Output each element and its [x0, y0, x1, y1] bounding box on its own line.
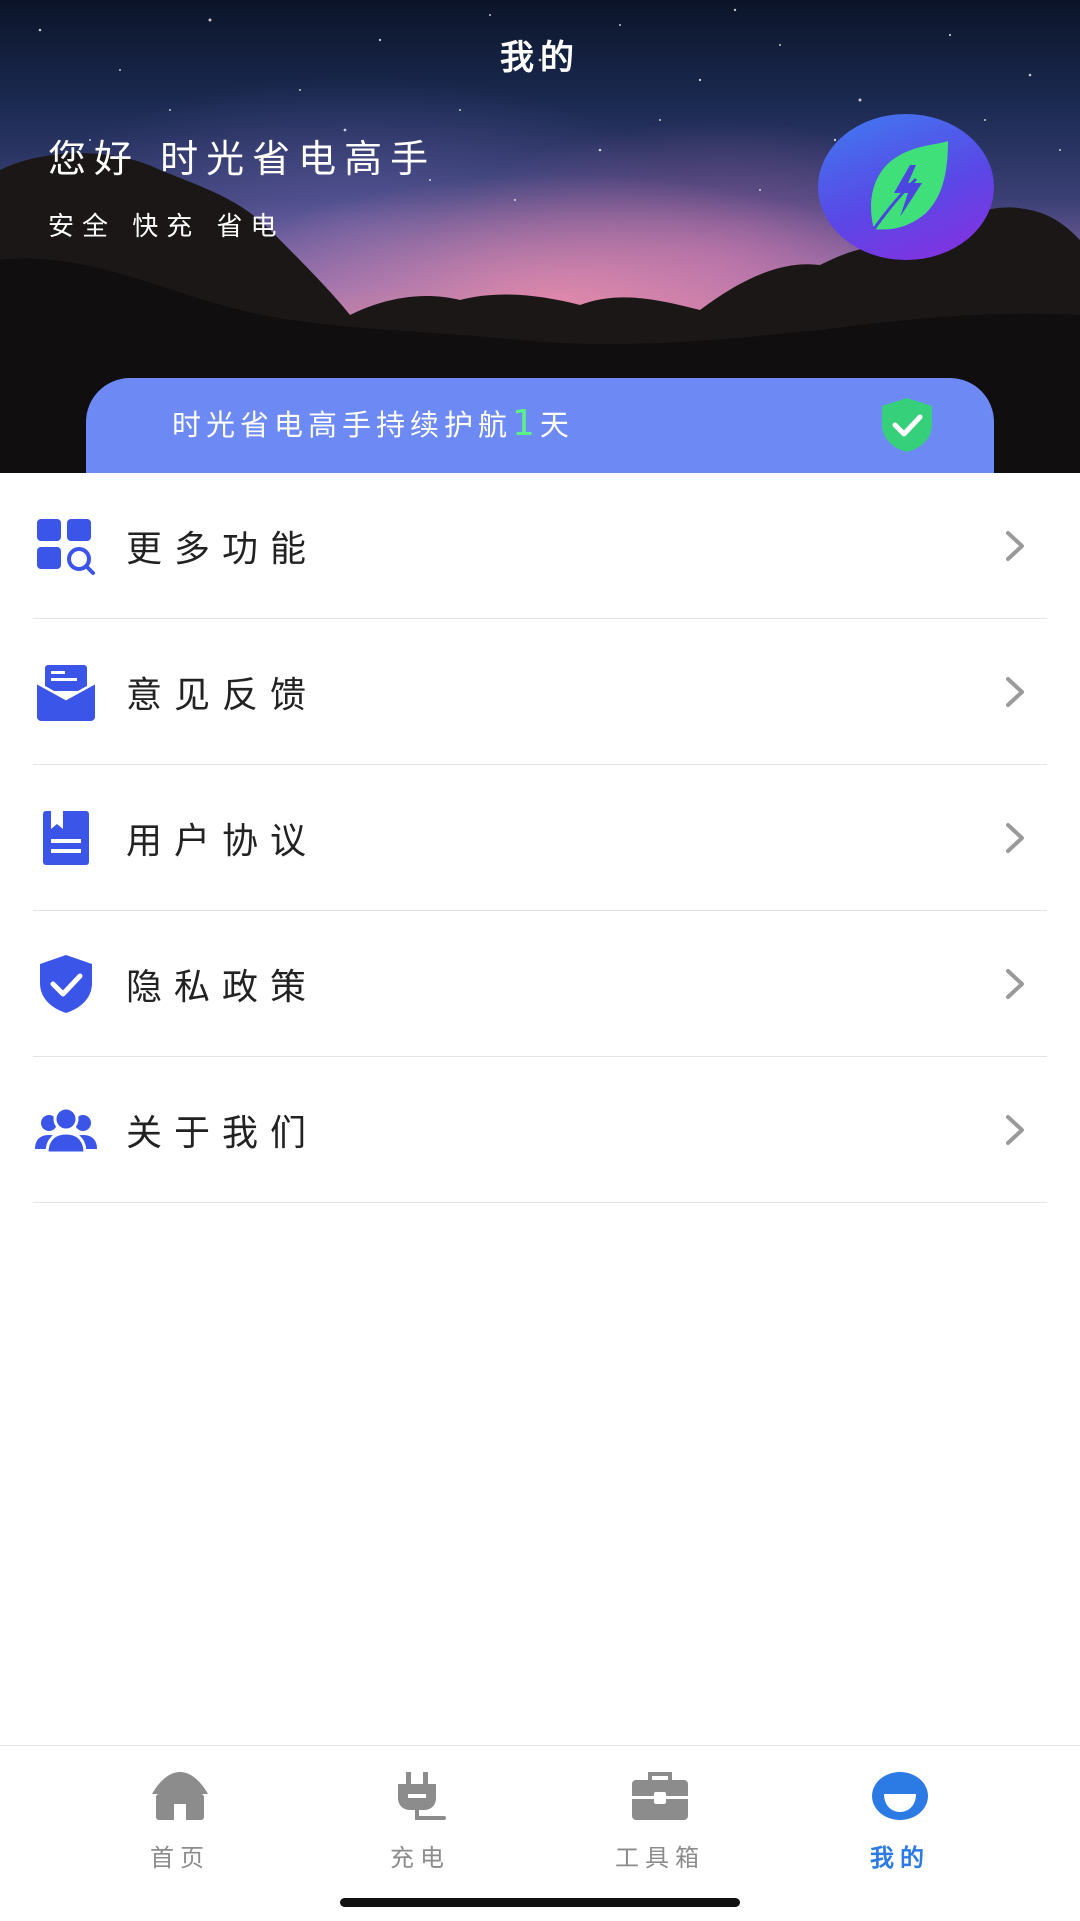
bottom-tab-bar: 首页 充电 工具箱 我的	[0, 1745, 1080, 1921]
shield-check-icon	[40, 954, 92, 1013]
protection-days: 1	[512, 403, 540, 444]
menu-item-feedback[interactable]: 意见反馈	[33, 619, 1047, 765]
banner-prefix: 时光省电高手持续护航	[172, 408, 513, 442]
feedback-envelope-icon	[36, 664, 96, 721]
menu-item-label: 更多功能	[126, 528, 319, 570]
chevron-right-icon	[1006, 1114, 1024, 1145]
greeting-text: 您好 时光省电高手	[48, 137, 437, 181]
home-indicator[interactable]	[340, 1898, 740, 1907]
users-icon	[35, 1106, 97, 1154]
chevron-right-icon	[1006, 822, 1024, 853]
tagline-text: 安全 快充 省电	[48, 212, 285, 242]
tab-label: 充电	[390, 1844, 450, 1872]
tab-home[interactable]: 首页	[60, 1746, 300, 1872]
tab-charge[interactable]: 充电	[300, 1746, 540, 1872]
settings-menu: 更多功能 意见反馈 用户协议 隐私政策 关于我们	[0, 473, 1080, 1203]
avatar[interactable]	[818, 114, 994, 260]
tab-label: 首页	[150, 1844, 210, 1872]
toolbox-icon	[632, 1772, 688, 1820]
banner-suffix: 天	[539, 408, 574, 442]
chevron-right-icon	[1006, 968, 1024, 999]
chevron-right-icon	[1006, 530, 1024, 561]
page-title: 我的	[500, 38, 580, 78]
menu-item-label: 意见反馈	[126, 674, 319, 716]
grid-search-icon	[37, 518, 95, 575]
menu-item-about-us[interactable]: 关于我们	[33, 1057, 1047, 1203]
menu-item-user-agreement[interactable]: 用户协议	[33, 765, 1047, 911]
tab-toolbox[interactable]: 工具箱	[540, 1746, 780, 1872]
menu-item-label: 关于我们	[126, 1112, 319, 1154]
tab-mine[interactable]: 我的	[780, 1746, 1020, 1872]
profile-icon	[872, 1772, 928, 1820]
home-icon	[152, 1772, 208, 1820]
tab-label: 我的	[870, 1844, 930, 1872]
menu-item-label: 用户协议	[126, 820, 319, 862]
menu-item-privacy-policy[interactable]: 隐私政策	[33, 911, 1047, 1057]
menu-item-label: 隐私政策	[126, 966, 319, 1008]
menu-item-more-features[interactable]: 更多功能	[33, 473, 1047, 619]
plug-icon	[398, 1772, 446, 1820]
chevron-right-icon	[1006, 676, 1024, 707]
profile-header: 我的 您好 时光省电高手 安全 快充 省电 时光省电高手持续护航1天	[0, 0, 1080, 473]
document-icon	[43, 810, 89, 865]
protection-banner: 时光省电高手持续护航1天	[86, 378, 994, 473]
leaf-bolt-icon	[871, 141, 948, 230]
protection-status: 时光省电高手持续护航1天	[172, 402, 574, 444]
tab-label: 工具箱	[615, 1844, 705, 1872]
shield-check-icon	[882, 398, 932, 452]
